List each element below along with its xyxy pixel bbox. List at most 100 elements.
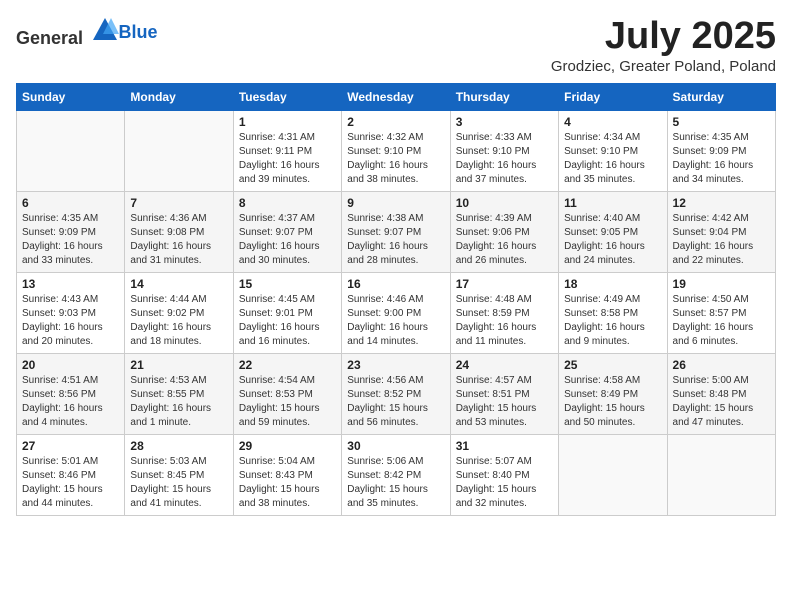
calendar-week-row: 13 Sunrise: 4:43 AM Sunset: 9:03 PM Dayli…: [17, 272, 776, 353]
calendar-cell: 12 Sunrise: 4:42 AM Sunset: 9:04 PM Dayli…: [667, 191, 775, 272]
calendar-cell: 7 Sunrise: 4:36 AM Sunset: 9:08 PM Daylig…: [125, 191, 233, 272]
day-number: 12: [673, 196, 770, 210]
day-info: Sunrise: 5:00 AM Sunset: 8:48 PM Dayligh…: [673, 374, 770, 430]
calendar-week-row: 27Sunrise: 5:01 AM Sunset: 8:46 PM Dayli…: [17, 434, 776, 515]
calendar-cell: 4Sunrise: 4:34 AM Sunset: 9:10 PM Daylig…: [559, 110, 667, 191]
day-number: 1: [239, 115, 336, 129]
month-year: July 2025: [551, 16, 776, 58]
day-number: 22: [239, 358, 336, 372]
logo: General Blue: [16, 16, 158, 49]
logo-blue: Blue: [119, 22, 158, 42]
day-number: 16: [347, 277, 444, 291]
day-number: 17: [456, 277, 553, 291]
calendar-cell: [667, 434, 775, 515]
day-number: 3: [456, 115, 553, 129]
calendar-cell: 11 Sunrise: 4:40 AM Sunset: 9:05 PM Dayli…: [559, 191, 667, 272]
calendar-table: SundayMondayTuesdayWednesdayThursdayFrid…: [16, 83, 776, 516]
calendar-cell: 1 Sunrise: 4:31 AM Sunset: 9:11 PM Daylig…: [233, 110, 341, 191]
day-number: 2: [347, 115, 444, 129]
day-info: Sunrise: 4:35 AM Sunset: 9:09 PM Dayligh…: [673, 131, 770, 187]
day-info: Sunrise: 4:53 AM Sunset: 8:55 PM Dayligh…: [130, 374, 227, 430]
calendar-header-row: SundayMondayTuesdayWednesdayThursdayFrid…: [17, 83, 776, 110]
calendar-cell: 23 Sunrise: 4:56 AM Sunset: 8:52 PM Dayli…: [342, 353, 450, 434]
day-info: Sunrise: 4:49 AM Sunset: 8:58 PM Dayligh…: [564, 293, 661, 349]
day-info: Sunrise: 4:54 AM Sunset: 8:53 PM Dayligh…: [239, 374, 336, 430]
calendar-cell: 22 Sunrise: 4:54 AM Sunset: 8:53 PM Dayli…: [233, 353, 341, 434]
day-number: 29: [239, 439, 336, 453]
page-header: General Blue July 2025 Grodziec, Greater…: [16, 16, 776, 75]
day-info: Sunrise: 4:37 AM Sunset: 9:07 PM Dayligh…: [239, 212, 336, 268]
calendar-cell: 20Sunrise: 4:51 AM Sunset: 8:56 PM Dayli…: [17, 353, 125, 434]
day-number: 7: [130, 196, 227, 210]
header-wednesday: Wednesday: [342, 83, 450, 110]
calendar-cell: 24 Sunrise: 4:57 AM Sunset: 8:51 PM Dayli…: [450, 353, 558, 434]
day-number: 24: [456, 358, 553, 372]
day-info: Sunrise: 4:43 AM Sunset: 9:03 PM Dayligh…: [22, 293, 119, 349]
day-number: 6: [22, 196, 119, 210]
day-info: Sunrise: 5:06 AM Sunset: 8:42 PM Dayligh…: [347, 455, 444, 511]
day-number: 23: [347, 358, 444, 372]
header-friday: Friday: [559, 83, 667, 110]
day-info: Sunrise: 5:04 AM Sunset: 8:43 PM Dayligh…: [239, 455, 336, 511]
header-saturday: Saturday: [667, 83, 775, 110]
calendar-cell: 18Sunrise: 4:49 AM Sunset: 8:58 PM Dayli…: [559, 272, 667, 353]
day-info: Sunrise: 4:50 AM Sunset: 8:57 PM Dayligh…: [673, 293, 770, 349]
day-info: Sunrise: 4:34 AM Sunset: 9:10 PM Dayligh…: [564, 131, 661, 187]
calendar-week-row: 6 Sunrise: 4:35 AM Sunset: 9:09 PM Daylig…: [17, 191, 776, 272]
calendar-cell: 31Sunrise: 5:07 AM Sunset: 8:40 PM Dayli…: [450, 434, 558, 515]
day-number: 19: [673, 277, 770, 291]
day-info: Sunrise: 4:38 AM Sunset: 9:07 PM Dayligh…: [347, 212, 444, 268]
calendar-week-row: 1 Sunrise: 4:31 AM Sunset: 9:11 PM Daylig…: [17, 110, 776, 191]
day-number: 9: [347, 196, 444, 210]
calendar-cell: 17 Sunrise: 4:48 AM Sunset: 8:59 PM Dayli…: [450, 272, 558, 353]
calendar-week-row: 20Sunrise: 4:51 AM Sunset: 8:56 PM Dayli…: [17, 353, 776, 434]
title-area: July 2025 Grodziec, Greater Poland, Pola…: [551, 16, 776, 75]
calendar-cell: 2 Sunrise: 4:32 AM Sunset: 9:10 PM Daylig…: [342, 110, 450, 191]
day-info: Sunrise: 4:31 AM Sunset: 9:11 PM Dayligh…: [239, 131, 336, 187]
calendar-cell: 3 Sunrise: 4:33 AM Sunset: 9:10 PM Daylig…: [450, 110, 558, 191]
day-info: Sunrise: 4:58 AM Sunset: 8:49 PM Dayligh…: [564, 374, 661, 430]
day-info: Sunrise: 4:40 AM Sunset: 9:05 PM Dayligh…: [564, 212, 661, 268]
day-info: Sunrise: 4:35 AM Sunset: 9:09 PM Dayligh…: [22, 212, 119, 268]
calendar-cell: 9 Sunrise: 4:38 AM Sunset: 9:07 PM Daylig…: [342, 191, 450, 272]
calendar-cell: 10Sunrise: 4:39 AM Sunset: 9:06 PM Dayli…: [450, 191, 558, 272]
day-number: 14: [130, 277, 227, 291]
calendar-cell: 27Sunrise: 5:01 AM Sunset: 8:46 PM Dayli…: [17, 434, 125, 515]
calendar-cell: 30 Sunrise: 5:06 AM Sunset: 8:42 PM Dayli…: [342, 434, 450, 515]
calendar-cell: 8Sunrise: 4:37 AM Sunset: 9:07 PM Daylig…: [233, 191, 341, 272]
day-info: Sunrise: 4:57 AM Sunset: 8:51 PM Dayligh…: [456, 374, 553, 430]
day-info: Sunrise: 4:36 AM Sunset: 9:08 PM Dayligh…: [130, 212, 227, 268]
calendar-cell: 15Sunrise: 4:45 AM Sunset: 9:01 PM Dayli…: [233, 272, 341, 353]
day-number: 21: [130, 358, 227, 372]
day-info: Sunrise: 5:03 AM Sunset: 8:45 PM Dayligh…: [130, 455, 227, 511]
location: Grodziec, Greater Poland, Poland: [551, 58, 776, 75]
calendar-cell: 29 Sunrise: 5:04 AM Sunset: 8:43 PM Dayli…: [233, 434, 341, 515]
day-info: Sunrise: 4:46 AM Sunset: 9:00 PM Dayligh…: [347, 293, 444, 349]
header-thursday: Thursday: [450, 83, 558, 110]
day-info: Sunrise: 4:33 AM Sunset: 9:10 PM Dayligh…: [456, 131, 553, 187]
day-number: 5: [673, 115, 770, 129]
calendar-cell: 28 Sunrise: 5:03 AM Sunset: 8:45 PM Dayli…: [125, 434, 233, 515]
day-info: Sunrise: 4:56 AM Sunset: 8:52 PM Dayligh…: [347, 374, 444, 430]
calendar-cell: 13 Sunrise: 4:43 AM Sunset: 9:03 PM Dayli…: [17, 272, 125, 353]
day-info: Sunrise: 4:39 AM Sunset: 9:06 PM Dayligh…: [456, 212, 553, 268]
day-number: 11: [564, 196, 661, 210]
header-sunday: Sunday: [17, 83, 125, 110]
day-number: 25: [564, 358, 661, 372]
day-info: Sunrise: 4:32 AM Sunset: 9:10 PM Dayligh…: [347, 131, 444, 187]
calendar-cell: 25 Sunrise: 4:58 AM Sunset: 8:49 PM Dayli…: [559, 353, 667, 434]
calendar-cell: 6 Sunrise: 4:35 AM Sunset: 9:09 PM Daylig…: [17, 191, 125, 272]
day-number: 30: [347, 439, 444, 453]
day-number: 13: [22, 277, 119, 291]
calendar-cell: [17, 110, 125, 191]
calendar-cell: 19 Sunrise: 4:50 AM Sunset: 8:57 PM Dayli…: [667, 272, 775, 353]
day-info: Sunrise: 4:48 AM Sunset: 8:59 PM Dayligh…: [456, 293, 553, 349]
calendar-cell: 16 Sunrise: 4:46 AM Sunset: 9:00 PM Dayli…: [342, 272, 450, 353]
day-number: 28: [130, 439, 227, 453]
logo-general: General: [16, 28, 83, 48]
calendar-cell: 26Sunrise: 5:00 AM Sunset: 8:48 PM Dayli…: [667, 353, 775, 434]
calendar-cell: [125, 110, 233, 191]
day-info: Sunrise: 4:42 AM Sunset: 9:04 PM Dayligh…: [673, 212, 770, 268]
calendar-cell: 21 Sunrise: 4:53 AM Sunset: 8:55 PM Dayli…: [125, 353, 233, 434]
logo-icon: [91, 16, 119, 44]
